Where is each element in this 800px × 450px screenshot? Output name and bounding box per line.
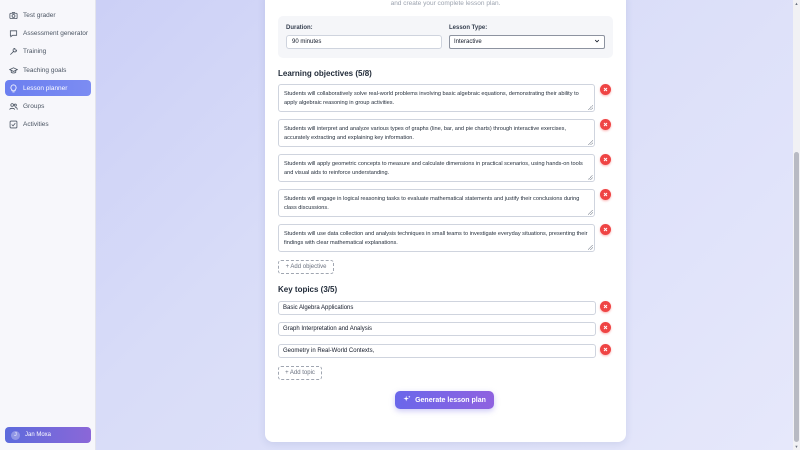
topic-input[interactable]: Graph Interpretation and Analysis [278,322,596,336]
sidebar-item-label: Teaching goals [23,66,67,74]
close-icon [603,325,608,330]
generate-lesson-plan-button[interactable]: Generate lesson plan [395,391,494,409]
resize-handle[interactable] [588,210,593,215]
remove-objective-button[interactable] [600,119,611,130]
remove-topic-button[interactable] [600,301,611,312]
remove-objective-button[interactable] [600,224,611,235]
sidebar-item-label: Training [23,47,47,55]
chat-icon [9,29,18,38]
sidebar-item-training[interactable]: Training [5,43,91,59]
sidebar-item-lesson-planner[interactable]: Lesson planner [5,80,91,96]
resize-handle[interactable] [588,245,593,250]
objective-text: Students will collaboratively solve real… [284,91,579,106]
close-icon [603,87,608,92]
lesson-planner-card: and create your complete lesson plan. Du… [265,0,626,442]
sidebar-item-teaching-goals[interactable]: Teaching goals [5,62,91,78]
scroll-up-arrow-icon[interactable]: ▲ [794,1,799,6]
graduation-cap-icon [9,66,18,75]
topic-input[interactable]: Basic Algebra Applications [278,301,596,315]
chevron-down-icon [594,38,600,46]
add-topic-button[interactable]: + Add topic [278,366,322,380]
objective-textarea[interactable]: Students will use data collection and an… [278,224,595,252]
sidebar-item-label: Groups [23,102,45,110]
topic-input[interactable]: Geometry in Real-World Contexts, [278,344,596,358]
close-icon [603,227,608,232]
sidebar-item-test-grader[interactable]: Test grader [5,7,91,23]
objective-text: Students will interpret and analyze vari… [284,126,567,141]
sidebar-item-label: Test grader [23,11,56,19]
scrollbar-thumb[interactable] [794,152,799,442]
lightbulb-icon [9,83,18,93]
wrench-icon [9,47,18,56]
objectives-heading: Learning objectives (5/8) [278,69,372,78]
objective-text: Students will engage in logical reasonin… [284,196,580,211]
sidebar-item-activities[interactable]: Activities [5,116,91,132]
user-profile-button[interactable]: J Jan Moxa [5,427,91,443]
close-icon [603,157,608,162]
users-icon [9,102,18,111]
resize-handle[interactable] [588,105,593,110]
avatar: J [11,430,20,440]
lesson-type-label: Lesson Type: [449,25,488,31]
generate-label: Generate lesson plan [415,396,486,404]
user-name: Jan Moxa [25,432,52,438]
lesson-type-select[interactable]: Interactive [449,35,605,49]
checkbox-icon [9,120,18,129]
remove-objective-button[interactable] [600,189,611,200]
objective-textarea[interactable]: Students will collaboratively solve real… [278,84,595,112]
resize-handle[interactable] [588,140,593,145]
objective-textarea[interactable]: Students will interpret and analyze vari… [278,119,595,147]
lesson-settings-panel: Duration: 90 minutes Lesson Type: Intera… [278,16,613,58]
close-icon [603,192,608,197]
page-subtitle: and create your complete lesson plan. [390,0,501,7]
sidebar-item-label: Activities [23,120,49,128]
close-icon [603,347,608,352]
lesson-type-value: Interactive [454,39,482,45]
sidebar-item-groups[interactable]: Groups [5,98,91,114]
sidebar-item-label: Assessment generator [23,29,89,37]
add-objective-button[interactable]: + Add objective [278,260,334,274]
remove-topic-button[interactable] [600,344,611,355]
remove-topic-button[interactable] [600,322,611,333]
scrollbar[interactable]: ▲ ▼ [793,0,800,450]
objective-textarea[interactable]: Students will engage in logical reasonin… [278,189,595,217]
duration-input[interactable]: 90 minutes [286,35,442,49]
sidebar-item-label: Lesson planner [23,84,68,92]
remove-objective-button[interactable] [600,154,611,165]
objective-text: Students will apply geometric concepts t… [284,161,583,176]
sidebar: Test grader Assessment generator Trainin… [0,0,96,450]
sparkle-icon [403,395,411,405]
objective-text: Students will use data collection and an… [284,231,588,246]
sidebar-item-assessment-generator[interactable]: Assessment generator [5,25,91,41]
close-icon [603,304,608,309]
remove-objective-button[interactable] [600,84,611,95]
resize-handle[interactable] [588,175,593,180]
duration-label: Duration: [286,25,313,31]
topics-heading: Key topics (3/5) [278,285,338,294]
objective-textarea[interactable]: Students will apply geometric concepts t… [278,154,595,182]
scroll-down-arrow-icon[interactable]: ▼ [794,444,799,449]
close-icon [603,122,608,127]
camera-icon [9,11,18,20]
